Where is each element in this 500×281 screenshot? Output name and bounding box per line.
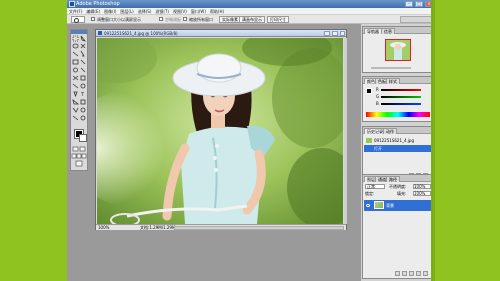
app-title: Adobe Photoshop <box>76 1 120 7</box>
opacity-field[interactable]: 100% <box>413 184 431 189</box>
history-snapshot-label: 0912251S621_4.jpg <box>374 138 414 143</box>
tab-navigator[interactable]: 导航器 <box>364 28 382 34</box>
title-bar: Adobe Photoshop - □ × <box>67 0 435 8</box>
document-title: 0912251S621_4.jpg @ 100%(RGB/8) <box>104 31 178 36</box>
channel-b-slider[interactable] <box>381 103 421 105</box>
navigator-panel: 导航器 信息 <box>362 26 433 73</box>
layer-row-background[interactable]: 背景 <box>364 200 433 211</box>
zoom-level[interactable]: 100% <box>98 225 109 231</box>
layer-name: 背景 <box>386 203 394 208</box>
fill-field[interactable]: 100% <box>413 191 431 196</box>
visibility-eye-icon[interactable] <box>366 204 370 207</box>
tool-icons[interactable]: T <box>71 35 87 131</box>
green-margin <box>435 0 500 281</box>
history-panel: 历史记录 动作 0912251S621_4.jpg 打开 <box>362 126 433 180</box>
delete-layer-icon[interactable] <box>423 271 428 276</box>
zoom-all-windows-checkbox[interactable] <box>183 17 187 21</box>
channel-b-label: B <box>376 101 379 106</box>
color-fg-swatch[interactable] <box>366 88 372 94</box>
zoom-all-windows-label: 缩放所有窗口 <box>189 17 213 22</box>
opacity-label: 不透明度: <box>389 184 407 189</box>
menu-window[interactable]: 窗口(W) <box>189 8 208 15</box>
palette-well[interactable] <box>400 16 433 23</box>
options-bar: 调整窗口大小以满屏显示 忽略调板 缩放所有窗口 实际像素 满画布显示 打印尺寸 <box>67 15 435 24</box>
lock-label: 锁定: <box>365 191 375 196</box>
fit-screen-button[interactable]: 满画布显示 <box>239 16 265 23</box>
photoshop-window: Adobe Photoshop - □ × 文件(F) 编辑(E) 图像(I) 图层(… <box>67 0 435 281</box>
maximize-button[interactable]: □ <box>415 1 423 7</box>
resize-windows-label: 调整窗口大小以满屏显示 <box>97 17 141 22</box>
menu-help[interactable]: 帮助(H) <box>208 8 226 15</box>
document-icon <box>98 31 102 35</box>
print-size-button[interactable]: 打印尺寸 <box>267 16 289 23</box>
channel-g-slider[interactable] <box>381 96 421 98</box>
mode-icons[interactable] <box>71 146 87 170</box>
navigator-thumbnail[interactable] <box>385 39 411 61</box>
tab-info[interactable]: 信息 <box>381 28 395 34</box>
zoom-icon[interactable] <box>71 16 85 23</box>
toolbox: T <box>70 29 88 171</box>
image-canvas[interactable] <box>97 38 343 224</box>
menu-file[interactable]: 文件(F) <box>67 8 84 15</box>
channel-g-label: G <box>376 94 380 99</box>
history-snapshot[interactable]: 0912251S621_4.jpg <box>364 137 433 144</box>
blend-mode-select[interactable]: 正常 <box>365 184 385 189</box>
new-layer-icon[interactable] <box>416 271 421 276</box>
photoshop-logo-icon <box>69 1 75 7</box>
toolbox-header[interactable] <box>71 30 87 34</box>
color-panel: 颜色 色板 样式 R G B <box>362 76 433 122</box>
resize-windows-checkbox[interactable] <box>91 17 95 21</box>
background-color-swatch[interactable] <box>79 134 87 142</box>
tab-styles[interactable]: 样式 <box>386 78 400 84</box>
ignore-palettes-checkbox[interactable] <box>159 17 163 21</box>
history-open-label: 打开 <box>374 146 382 151</box>
menu-filter[interactable]: 滤镜(T) <box>153 8 171 15</box>
doc-close-button[interactable] <box>340 31 345 36</box>
vertical-scrollbar[interactable] <box>344 38 347 224</box>
navigator-zoom-slider[interactable] <box>371 67 411 69</box>
photo <box>97 38 343 224</box>
layer-style-icon[interactable] <box>402 271 407 276</box>
snapshot-thumb <box>366 138 372 143</box>
doc-minimize-button[interactable] <box>324 31 330 36</box>
menu-bar: 文件(F) 编辑(E) 图像(I) 图层(L) 选择(S) 滤镜(T) 视图(V) 窗口(W)… <box>67 8 435 15</box>
document-status-bar: 100% 文档:1.29M/1.29M <box>96 224 346 230</box>
channel-r-label: R <box>376 87 379 92</box>
document-title-bar[interactable]: 0912251S621_4.jpg @ 100%(RGB/8) <box>96 30 346 37</box>
color-ramp[interactable] <box>366 112 430 117</box>
document-size-info[interactable]: 文档:1.29M/1.29M <box>140 225 175 231</box>
actual-pixels-button[interactable]: 实际像素 <box>219 16 241 23</box>
layer-mask-icon[interactable] <box>409 271 414 276</box>
minimize-button[interactable]: - <box>405 1 413 7</box>
horizontal-scrollbar[interactable] <box>174 226 344 230</box>
menu-edit[interactable]: 编辑(E) <box>84 8 102 15</box>
layers-panel: 图层 通道 路径 正常 不透明度: 100% 锁定: 填充: 100% 背景 <box>362 174 433 279</box>
layer-thumbnail <box>374 201 384 209</box>
fill-label: 填充: <box>397 191 407 196</box>
ignore-palettes-label: 忽略调板 <box>165 17 181 22</box>
document-window: 0912251S621_4.jpg @ 100%(RGB/8) 100% 文档:… <box>95 29 347 230</box>
tab-paths[interactable]: 路径 <box>386 176 400 182</box>
svg-text:T: T <box>80 92 85 98</box>
palette-dock: 导航器 信息 颜色 色板 样式 R G B 历史记录 动作 0912251S62… <box>360 24 435 281</box>
tab-actions[interactable]: 动作 <box>383 128 397 134</box>
doc-maximize-button[interactable] <box>332 31 338 36</box>
history-state-open[interactable]: 打开 <box>364 145 433 152</box>
menu-image[interactable]: 图像(I) <box>102 8 118 15</box>
channel-r-slider[interactable] <box>381 89 421 91</box>
menu-view[interactable]: 视图(V) <box>171 8 189 15</box>
menu-select[interactable]: 选择(S) <box>136 8 154 15</box>
menu-layer[interactable]: 图层(L) <box>118 8 135 15</box>
link-icon[interactable] <box>395 271 400 276</box>
